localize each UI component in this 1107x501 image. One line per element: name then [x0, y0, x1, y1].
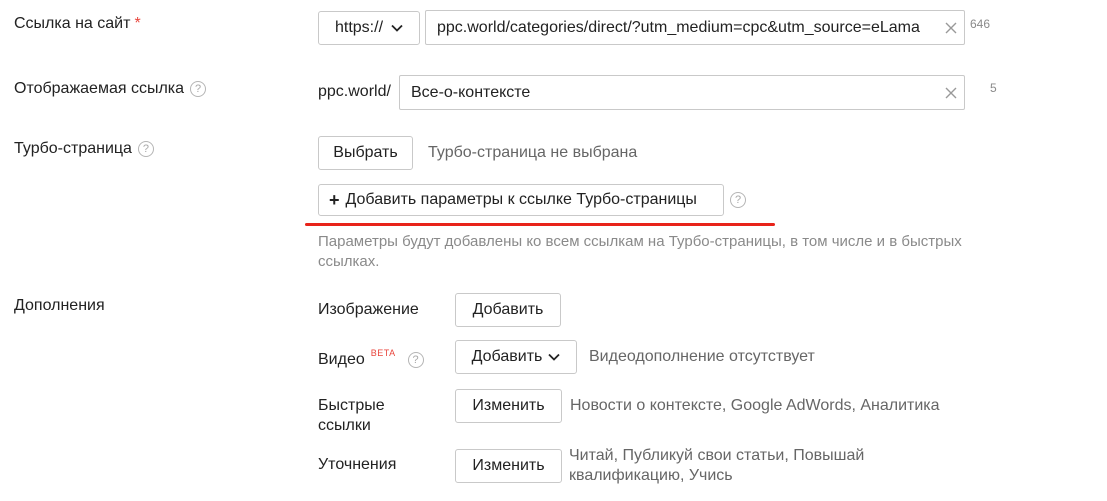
- protocol-value: https://: [334, 19, 384, 36]
- video-status: Видеодополнение отсутствует: [589, 348, 815, 365]
- turbo-params-hint: Параметры будут добавлены ко всем ссылка…: [318, 233, 962, 270]
- display-link-label-text: Отображаемая ссылка: [14, 80, 185, 97]
- site-url-value: ppc.world/categories/direct/?utm_medium=…: [437, 18, 920, 36]
- turbo-label-text: Турбо-страница: [14, 140, 132, 157]
- clear-icon[interactable]: [938, 80, 964, 106]
- add-turbo-params-label: Добавить параметры к ссылке Турбо-страни…: [345, 191, 697, 208]
- image-label: Изображение: [318, 301, 419, 318]
- video-label: Видео BETA?: [318, 348, 424, 369]
- add-video-label: Добавить: [471, 348, 543, 365]
- highlight-underline: [305, 223, 775, 226]
- protocol-select[interactable]: https://: [318, 11, 420, 45]
- quick-links-label: Быстрые ссылки: [318, 397, 385, 434]
- edit-quick-links-button[interactable]: Изменить: [455, 389, 562, 423]
- site-link-label-text: Ссылка на сайт: [14, 15, 131, 32]
- display-link-counter: 5: [990, 81, 997, 95]
- turbo-label: Турбо-страница?: [14, 140, 154, 158]
- display-link-input[interactable]: Все-о-контексте: [399, 75, 965, 110]
- clarifications-value: Читай, Публикуй свои статьи, Повышай ква…: [569, 447, 865, 484]
- quick-links-value: Новости о контексте, Google AdWords, Ана…: [570, 397, 940, 414]
- turbo-status: Турбо-страница не выбрана: [428, 144, 638, 161]
- add-turbo-params-button[interactable]: + Добавить параметры к ссылке Турбо-стра…: [318, 184, 724, 216]
- beta-badge: BETA: [370, 348, 396, 358]
- choose-turbo-button[interactable]: Выбрать: [318, 136, 413, 170]
- help-icon[interactable]: ?: [190, 81, 207, 97]
- extras-label: Дополнения: [14, 297, 105, 314]
- plus-icon: +: [329, 189, 340, 210]
- chevron-down-icon: [391, 24, 403, 32]
- clarifications-label: Уточнения: [318, 456, 397, 473]
- add-image-button[interactable]: Добавить: [455, 293, 561, 327]
- edit-clarifications-button[interactable]: Изменить: [455, 449, 562, 483]
- clear-icon[interactable]: [938, 15, 964, 41]
- video-label-text: Видео: [318, 351, 365, 368]
- help-icon[interactable]: ?: [137, 141, 154, 157]
- required-mark: *: [134, 15, 141, 32]
- site-url-counter: 646: [970, 17, 991, 31]
- display-link-label: Отображаемая ссылка?: [14, 80, 207, 98]
- help-icon[interactable]: ?: [407, 352, 424, 368]
- site-link-label: Ссылка на сайт *: [14, 15, 141, 33]
- help-icon[interactable]: ?: [730, 192, 746, 208]
- display-link-prefix: ppc.world/: [318, 83, 391, 100]
- add-video-dropdown[interactable]: Добавить: [455, 340, 577, 374]
- chevron-down-icon: [548, 353, 560, 361]
- site-url-input[interactable]: ppc.world/categories/direct/?utm_medium=…: [425, 10, 965, 45]
- display-link-value: Все-о-контексте: [411, 83, 531, 101]
